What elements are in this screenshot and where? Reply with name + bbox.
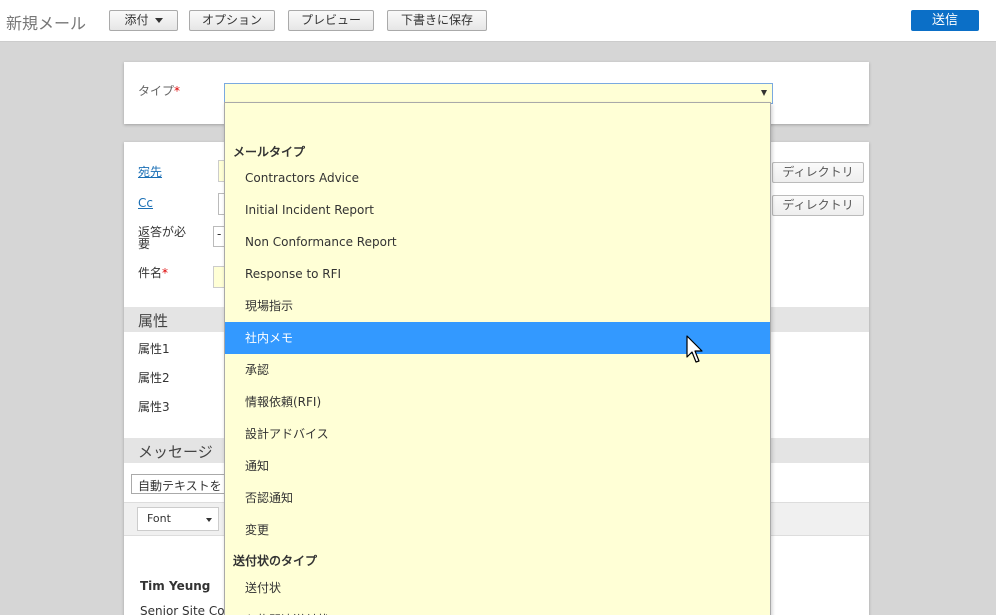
type-select[interactable] (224, 83, 773, 104)
page-title: 新規メール (6, 14, 87, 33)
cc-link[interactable]: Cc (138, 196, 153, 210)
dropdown-arrow-icon (761, 90, 767, 96)
cc-directory-button[interactable]: ディレクトリ (772, 195, 864, 216)
option-initial-incident-report[interactable]: Initial Incident Report (225, 194, 770, 226)
message-section-title: メッセージ (138, 443, 213, 461)
option-change[interactable]: 変更 (225, 514, 770, 546)
font-select[interactable]: Font (137, 507, 219, 531)
option-design-advice[interactable]: 設計アドバイス (225, 418, 770, 450)
auto-text-placeholder: 自動テキストを (138, 479, 222, 493)
chevron-down-icon (206, 518, 212, 522)
option-tender-transmittal[interactable]: 入札関連送付状 (225, 604, 770, 615)
send-button[interactable]: 送信 (911, 10, 979, 31)
group-mail-type: メールタイプ (233, 145, 306, 159)
options-button[interactable]: オプション (189, 10, 275, 31)
attribute-1-label: 属性1 (138, 342, 170, 356)
group-transmittal-type: 送付状のタイプ (233, 554, 318, 568)
type-label: タイプ* (138, 82, 180, 99)
option-site-instruction[interactable]: 現場指示 (225, 290, 770, 322)
subject-label: 件名* (138, 264, 168, 281)
signature-name: Tim Yeung (140, 579, 211, 593)
option-contractors-advice[interactable]: Contractors Advice (225, 162, 770, 194)
reply-required-value: - (217, 227, 222, 241)
signature-title: Senior Site Coo (140, 604, 232, 615)
option-response-to-rfi[interactable]: Response to RFI (225, 258, 770, 290)
save-draft-button[interactable]: 下書きに保存 (387, 10, 487, 31)
attribute-2-label: 属性2 (138, 371, 170, 385)
option-notice[interactable]: 通知 (225, 450, 770, 482)
required-mark: * (174, 84, 181, 98)
attributes-section-title: 属性 (138, 312, 169, 330)
mouse-cursor-icon (686, 335, 703, 363)
subject-required-mark: * (162, 266, 169, 280)
attribute-3-label: 属性3 (138, 400, 170, 414)
auto-text-input[interactable]: 自動テキストを (131, 474, 231, 494)
preview-button[interactable]: プレビュー (288, 10, 374, 31)
option-non-conformance-report[interactable]: Non Conformance Report (225, 226, 770, 258)
type-label-text: タイプ (138, 84, 175, 98)
attach-button[interactable]: 添付 (109, 10, 178, 31)
option-transmittal[interactable]: 送付状 (225, 572, 770, 604)
attach-button-label: 添付 (124, 13, 149, 27)
option-rejection-notice[interactable]: 否認通知 (225, 482, 770, 514)
subject-label-text: 件名 (138, 266, 163, 280)
to-directory-button[interactable]: ディレクトリ (772, 162, 864, 183)
top-toolbar: 新規メール 添付 オプション プレビュー 下書きに保存 送信 (0, 0, 996, 42)
option-rfi[interactable]: 情報依頼(RFI) (225, 386, 770, 418)
to-link[interactable]: 宛先 (138, 163, 162, 180)
reply-required-label: 返答が必要 (138, 225, 187, 251)
chevron-down-icon (154, 18, 163, 23)
font-select-label: Font (147, 512, 171, 525)
